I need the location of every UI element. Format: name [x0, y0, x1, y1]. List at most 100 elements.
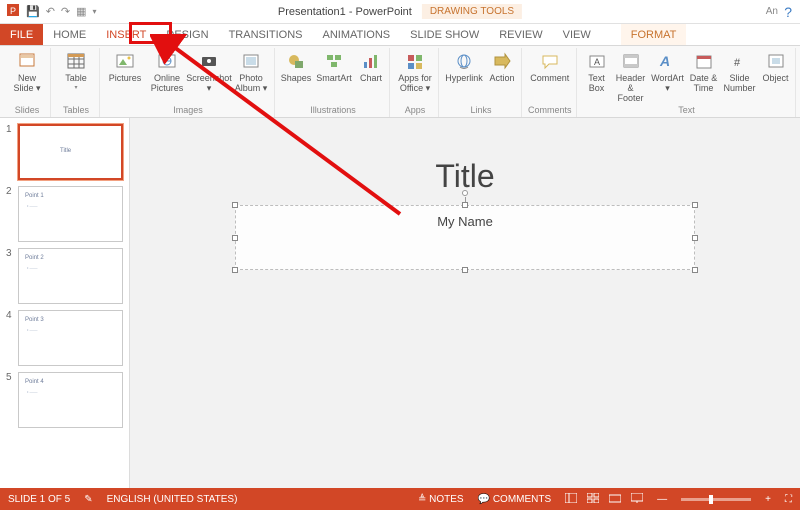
group-illustrations: Shapes SmartArt Chart Illustrations [277, 48, 390, 117]
qat-dropdown-icon[interactable]: ▾ [93, 7, 97, 16]
document-title: Presentation1 - PowerPoint [278, 6, 412, 18]
slideshow-view-icon[interactable] [631, 493, 643, 506]
thumbnail-slide-4[interactable]: 4 Point 3• —— [0, 304, 129, 366]
group-links: Hyperlink Action Links [441, 48, 522, 117]
tab-design[interactable]: DESIGN [156, 24, 218, 45]
resize-handle-bl[interactable] [232, 267, 238, 273]
action-button[interactable]: Action [487, 50, 517, 104]
thumbnail-slide-5[interactable]: 5 Point 4• —— [0, 366, 129, 428]
language-status[interactable]: ENGLISH (UNITED STATES) [107, 494, 238, 505]
object-icon [765, 50, 787, 72]
reading-view-icon[interactable] [609, 493, 621, 506]
resize-handle-bc[interactable] [462, 267, 468, 273]
screenshot-icon [198, 50, 220, 72]
comment-button[interactable]: Comment [531, 50, 569, 104]
resize-handle-tr[interactable] [692, 202, 698, 208]
smartart-button[interactable]: SmartArt [315, 50, 353, 104]
table-button[interactable]: Table▾ [57, 50, 95, 104]
powerpoint-icon: P [6, 3, 20, 20]
online-pictures-button[interactable]: Online Pictures [148, 50, 186, 104]
chart-button[interactable]: Chart [357, 50, 385, 104]
group-label-slides: Slides [15, 105, 40, 115]
zoom-out-button[interactable]: — [657, 494, 667, 505]
screenshot-button[interactable]: Screenshot ▾ [190, 50, 228, 104]
group-label-images: Images [173, 105, 203, 115]
apps-icon [404, 50, 426, 72]
group-label-comments: Comments [528, 105, 572, 115]
tab-transitions[interactable]: TRANSITIONS [219, 24, 313, 45]
svg-text:A: A [659, 53, 670, 69]
photo-album-button[interactable]: Photo Album ▾ [232, 50, 270, 104]
status-bar: SLIDE 1 OF 5 ✎ ENGLISH (UNITED STATES) ≜… [0, 488, 800, 510]
text-box-button[interactable]: AText Box [583, 50, 611, 104]
title-bar: P 💾 ↶ ↷ ▦ ▾ Presentation1 - PowerPoint D… [0, 0, 800, 24]
group-label-links: Links [470, 105, 491, 115]
pictures-button[interactable]: Pictures [106, 50, 144, 104]
thumbnail-slide-1[interactable]: 1 Title [0, 118, 129, 180]
undo-icon[interactable]: ↶ [46, 5, 55, 18]
tab-animations[interactable]: ANIMATIONS [313, 24, 401, 45]
notes-button[interactable]: ≜ NOTES [418, 494, 464, 505]
help-icon[interactable]: ? [784, 4, 792, 20]
tab-slideshow[interactable]: SLIDE SHOW [400, 24, 489, 45]
svg-text:#: # [734, 57, 741, 69]
view-controls [565, 493, 643, 506]
text-box-icon: A [586, 50, 608, 72]
rotation-handle[interactable] [462, 190, 468, 196]
comments-button[interactable]: 💬 COMMENTS [478, 494, 552, 505]
start-slideshow-icon[interactable]: ▦ [76, 5, 86, 18]
group-apps: Apps for Office ▾ Apps [392, 48, 439, 117]
group-slides: New Slide ▾ Slides [4, 48, 51, 117]
wordart-button[interactable]: AWordArt ▾ [651, 50, 685, 104]
resize-handle-ml[interactable] [232, 235, 238, 241]
contextual-tab-label: DRAWING TOOLS [422, 4, 522, 19]
zoom-slider[interactable] [681, 498, 751, 501]
hyperlink-button[interactable]: Hyperlink [445, 50, 483, 104]
tab-insert[interactable]: INSERT [96, 24, 156, 45]
header-footer-icon [620, 50, 642, 72]
date-time-icon [693, 50, 715, 72]
tab-home[interactable]: HOME [43, 24, 96, 45]
group-text: AText Box Header & Footer AWordArt ▾ Dat… [579, 48, 796, 117]
action-icon [491, 50, 513, 72]
text-box-content[interactable]: My Name [236, 206, 694, 269]
slide-edit-area[interactable]: Title My Name [130, 118, 800, 488]
slide-counter[interactable]: SLIDE 1 OF 5 [8, 494, 70, 505]
resize-handle-br[interactable] [692, 267, 698, 273]
quick-access-toolbar: P 💾 ↶ ↷ ▦ ▾ [0, 3, 103, 20]
tab-file[interactable]: FILE [0, 24, 43, 45]
table-icon [65, 50, 87, 72]
wordart-icon: A [657, 50, 679, 72]
tab-review[interactable]: REVIEW [489, 24, 552, 45]
pictures-icon [114, 50, 136, 72]
new-slide-button[interactable]: New Slide ▾ [8, 50, 46, 104]
apps-for-office-button[interactable]: Apps for Office ▾ [396, 50, 434, 104]
ribbon: New Slide ▾ Slides Table▾ Tables Picture… [0, 46, 800, 118]
selected-text-box[interactable]: My Name [235, 205, 695, 270]
slide-sorter-view-icon[interactable] [587, 493, 599, 506]
shapes-button[interactable]: Shapes [281, 50, 311, 104]
thumbnail-slide-2[interactable]: 2 Point 1• —— [0, 180, 129, 242]
group-label-illustrations: Illustrations [310, 105, 356, 115]
chart-icon [360, 50, 382, 72]
tab-format[interactable]: FORMAT [621, 24, 687, 45]
normal-view-icon[interactable] [565, 493, 577, 506]
resize-handle-tc[interactable] [462, 202, 468, 208]
zoom-in-button[interactable]: + [765, 494, 771, 505]
resize-handle-tl[interactable] [232, 202, 238, 208]
group-tables: Table▾ Tables [53, 48, 100, 117]
photo-album-icon [240, 50, 262, 72]
group-label-tables: Tables [63, 105, 89, 115]
slide-thumbnails-panel: 1 Title 2 Point 1• —— 3 Point 2• —— 4 Po… [0, 118, 130, 488]
resize-handle-mr[interactable] [692, 235, 698, 241]
header-footer-button[interactable]: Header & Footer [615, 50, 647, 104]
redo-icon[interactable]: ↷ [61, 5, 70, 18]
slide-number-button[interactable]: #Slide Number [723, 50, 757, 104]
spell-check-icon[interactable]: ✎ [84, 494, 92, 505]
fit-to-window-button[interactable]: ⛶ [785, 494, 792, 505]
tab-view[interactable]: VIEW [553, 24, 601, 45]
date-time-button[interactable]: Date & Time [689, 50, 719, 104]
save-icon[interactable]: 💾 [26, 5, 40, 18]
object-button[interactable]: Object [761, 50, 791, 104]
thumbnail-slide-3[interactable]: 3 Point 2• —— [0, 242, 129, 304]
